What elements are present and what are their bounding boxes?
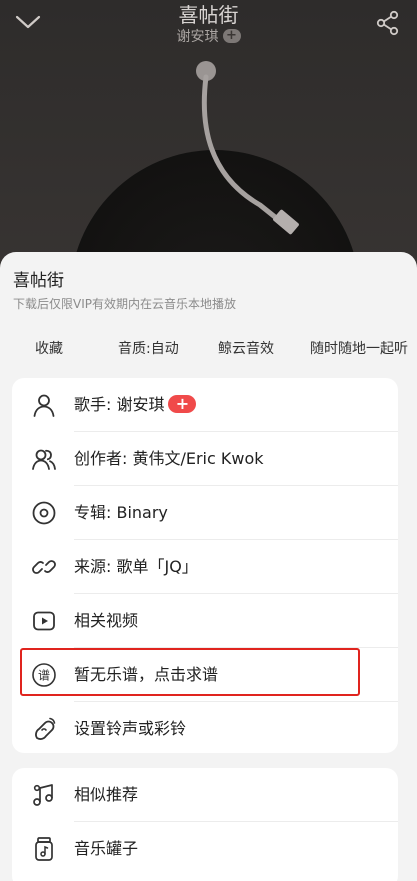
related-videos-row[interactable]: 相关视频	[12, 594, 398, 648]
audio-quality-button[interactable]: 音质:自动	[118, 336, 179, 362]
music-notes-icon	[30, 781, 58, 809]
album-row[interactable]: 专辑: Binary	[12, 486, 398, 540]
song-player-screen: 喜帖街 谢安琪 + 喜帖街 下载后仅限VIP有效期内在云音乐本地播放 收藏 音质…	[0, 0, 417, 881]
follow-artist-badge[interactable]: +	[168, 395, 197, 413]
related-videos-label: 相关视频	[74, 611, 139, 630]
music-jar-row[interactable]: 音乐罐子	[12, 822, 398, 876]
share-icon	[376, 10, 399, 36]
source-row[interactable]: 来源: 歌单「JQ」	[12, 540, 398, 594]
similar-recommend-label: 相似推荐	[74, 785, 139, 804]
creator-row[interactable]: 创作者: 黄伟文/Eric Kwok	[12, 432, 398, 486]
share-button[interactable]	[373, 8, 403, 38]
player-topbar: 喜帖街 谢安琪 +	[0, 0, 417, 50]
source-label: 来源: 歌单「JQ」	[74, 557, 198, 576]
highlight-annotation-box	[20, 648, 360, 696]
creator-label: 创作者: 黄伟文/Eric Kwok	[74, 449, 264, 468]
player-artist-row[interactable]: 谢安琪 +	[0, 26, 417, 46]
song-options-sheet: 喜帖街 下载后仅限VIP有效期内在云音乐本地播放 收藏 音质:自动 鲸云音效 随…	[0, 252, 417, 881]
artist-row[interactable]: 歌手: 谢安琪 +	[12, 378, 398, 432]
listen-together-button[interactable]: 随时随地一起听	[310, 336, 408, 362]
quick-actions-row: 收藏 音质:自动 鲸云音效 随时随地一起听	[0, 336, 417, 362]
collect-button[interactable]: 收藏	[35, 336, 63, 362]
artist-label: 歌手: 谢安琪	[74, 395, 165, 414]
sound-effect-button[interactable]: 鲸云音效	[218, 336, 274, 362]
player-artist-name[interactable]: 谢安琪	[177, 26, 219, 46]
music-jar-label: 音乐罐子	[74, 839, 139, 858]
album-disc-icon	[30, 499, 58, 527]
people-icon	[30, 445, 58, 473]
link-icon	[30, 553, 58, 581]
ringtone-row[interactable]: 设置铃声或彩铃	[12, 702, 398, 756]
sheet-song-title: 喜帖街	[13, 271, 64, 291]
music-jar-icon	[30, 835, 58, 863]
person-icon	[30, 391, 58, 419]
ringtone-icon	[30, 715, 58, 743]
similar-recommend-row[interactable]: 相似推荐	[12, 768, 398, 822]
song-info-card: 歌手: 谢安琪 + 创作者: 黄伟文/Eric Kwok 专辑: Binary …	[12, 378, 398, 753]
video-play-icon	[30, 607, 58, 635]
more-options-card: 相似推荐 音乐罐子	[12, 768, 398, 881]
follow-artist-button[interactable]: +	[222, 29, 241, 43]
download-vip-note: 下载后仅限VIP有效期内在云音乐本地播放	[13, 297, 236, 311]
player-song-title: 喜帖街	[178, 3, 239, 27]
tonearm-needle	[196, 61, 299, 235]
ringtone-label: 设置铃声或彩铃	[74, 719, 187, 738]
album-label: 专辑: Binary	[74, 503, 168, 522]
